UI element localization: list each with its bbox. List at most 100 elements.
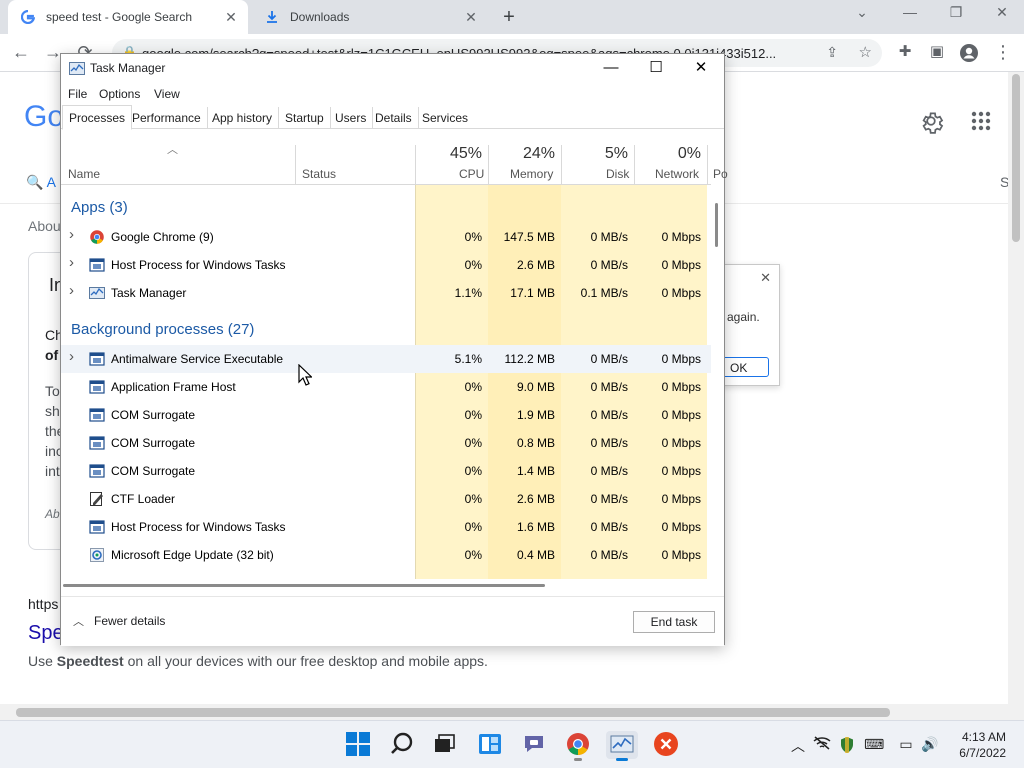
widgets-icon[interactable] xyxy=(477,731,505,759)
system-clock[interactable]: 4:13 AM 6/7/2022 xyxy=(959,729,1006,761)
tab-search-icon[interactable]: ⌄ xyxy=(848,4,876,21)
new-tab-button[interactable]: + xyxy=(498,6,520,29)
task-view-icon[interactable] xyxy=(432,731,460,759)
task-manager-icon xyxy=(69,62,85,75)
app-close-icon[interactable] xyxy=(653,731,681,759)
chrome-icon[interactable] xyxy=(565,731,593,761)
process-name: Task Manager xyxy=(111,286,187,300)
process-row[interactable]: Host Process for Windows Tasks 0% 1.6 MB 0 … xyxy=(61,513,711,541)
process-row[interactable]: › Task Manager 1.1% 17.1 MB 0.1 MB/s 0 Mbps xyxy=(61,279,711,307)
close-window-icon[interactable]: ✕ xyxy=(679,58,723,80)
close-tab-icon[interactable]: ✕ xyxy=(462,9,480,26)
minimize-icon[interactable]: — xyxy=(589,58,633,80)
show-hidden-icons-icon[interactable]: ︿ xyxy=(788,736,808,756)
task-manager-icon[interactable] xyxy=(606,731,638,761)
display-icon[interactable]: ▭ xyxy=(896,736,916,753)
back-button[interactable]: ← xyxy=(10,43,32,61)
tab-speed-test[interactable]: speed test - Google Search ✕ xyxy=(8,0,248,34)
process-list[interactable]: Apps (3) › Google Chrome (9) 0% 147.5 MB 0 MB… xyxy=(61,185,711,579)
column-header: ︿ Name Status 45% CPU 24% Memory 5% Disk… xyxy=(61,144,728,185)
close-window-icon[interactable]: ✕ xyxy=(988,4,1016,21)
tab-services[interactable]: Services xyxy=(416,107,474,129)
dialog-message: again. xyxy=(727,310,760,324)
tab-details[interactable]: Details xyxy=(369,107,419,129)
col-network[interactable]: Network xyxy=(655,167,699,181)
keyboard-icon[interactable]: ⌨ xyxy=(864,736,884,753)
settings-gear-icon[interactable] xyxy=(918,108,948,138)
minimize-icon[interactable]: — xyxy=(896,4,924,20)
list-vertical-scrollbar[interactable] xyxy=(711,185,725,579)
start-icon[interactable] xyxy=(345,731,373,759)
scroll-thumb[interactable] xyxy=(16,708,890,717)
menu-view[interactable]: View xyxy=(154,87,180,101)
share-icon[interactable]: ⇪ xyxy=(826,44,838,61)
group-header[interactable]: Background processes (27) xyxy=(71,321,254,338)
search-tab-partial[interactable]: S xyxy=(1000,174,1008,190)
expand-chevron-icon[interactable]: › xyxy=(69,282,74,299)
col-cpu[interactable]: CPU xyxy=(459,167,484,181)
process-row[interactable]: COM Surrogate 0% 1.9 MB 0 MB/s 0 Mbps xyxy=(61,401,711,429)
end-task-button[interactable]: End task xyxy=(633,611,715,633)
process-row[interactable]: › Antimalware Service Executable 5.1% 112.2… xyxy=(61,345,711,373)
bookmark-star-icon[interactable]: ☆ xyxy=(859,43,872,61)
result-title[interactable]: Spe xyxy=(28,622,64,645)
result-url[interactable]: https xyxy=(28,596,58,612)
col-disk[interactable]: Disk xyxy=(606,167,629,181)
scroll-thumb[interactable] xyxy=(1012,74,1020,242)
menu-options[interactable]: Options xyxy=(99,87,140,101)
search-icon[interactable] xyxy=(389,731,417,759)
google-logo[interactable]: Go xyxy=(24,100,64,134)
chrome-menu-icon[interactable]: ⋮ xyxy=(992,43,1014,61)
scroll-thumb[interactable] xyxy=(715,203,718,247)
tab-app-history[interactable]: App history xyxy=(206,107,280,129)
network-icon[interactable] xyxy=(812,736,832,753)
apps-grid-icon[interactable] xyxy=(970,110,994,134)
window-process-icon xyxy=(89,379,105,395)
process-row[interactable]: Application Frame Host 0% 9.0 MB 0 MB/s 0 Mb… xyxy=(61,373,711,401)
group-header[interactable]: Apps (3) xyxy=(71,199,128,216)
tab-users[interactable]: Users xyxy=(329,107,374,129)
dialog-ok-button[interactable]: OK xyxy=(721,357,769,377)
volume-icon[interactable]: 🔊 xyxy=(920,736,940,753)
side-panel-icon[interactable]: ▣ xyxy=(926,43,948,61)
list-horizontal-scrollbar[interactable] xyxy=(61,581,711,591)
scroll-thumb[interactable] xyxy=(63,584,545,587)
search-tab-all[interactable]: 🔍 A xyxy=(26,174,56,191)
security-shield-icon[interactable] xyxy=(837,736,857,757)
expand-chevron-icon[interactable]: › xyxy=(69,254,74,271)
extensions-icon[interactable]: ✚ xyxy=(894,43,916,61)
tab-performance[interactable]: Performance xyxy=(126,107,208,129)
process-row[interactable]: Microsoft Edge Update (32 bit) 0% 0.4 MB 0 … xyxy=(61,541,711,569)
process-memory: 2.6 MB xyxy=(516,258,555,272)
tab-downloads[interactable]: Downloads ✕ xyxy=(252,0,488,34)
process-network: 0 Mbps xyxy=(661,520,701,534)
col-power-partial[interactable]: Po xyxy=(713,167,728,181)
restore-icon[interactable]: ❐ xyxy=(942,4,970,21)
col-status[interactable]: Status xyxy=(302,167,336,181)
window-process-icon xyxy=(89,519,105,535)
dialog-close-icon[interactable]: ✕ xyxy=(760,270,771,286)
fewer-details-button[interactable]: ︿ Fewer details xyxy=(73,613,165,629)
close-tab-icon[interactable]: ✕ xyxy=(222,9,240,26)
profile-avatar-icon[interactable] xyxy=(958,43,980,66)
col-cpu-percent: 45% xyxy=(449,145,482,162)
process-row[interactable]: › Google Chrome (9) 0% 147.5 MB 0 MB/s 0 Mbps xyxy=(61,223,711,251)
process-row[interactable]: CTF Loader 0% 2.6 MB 0 MB/s 0 Mbps xyxy=(61,485,711,513)
menu-file[interactable]: File xyxy=(68,87,87,101)
task-manager-titlebar[interactable]: Task Manager — ☐ ✕ xyxy=(61,54,724,82)
page-horizontal-scrollbar[interactable] xyxy=(0,704,1024,720)
maximize-icon[interactable]: ☐ xyxy=(634,58,678,80)
expand-chevron-icon[interactable]: › xyxy=(69,348,74,365)
col-name[interactable]: Name xyxy=(68,167,100,181)
tab-processes[interactable]: Processes xyxy=(62,105,133,130)
process-row[interactable]: COM Surrogate 0% 0.8 MB 0 MB/s 0 Mbps xyxy=(61,429,711,457)
page-vertical-scrollbar[interactable] xyxy=(1008,72,1024,704)
expand-chevron-icon[interactable]: › xyxy=(69,226,74,243)
tab-title: Downloads xyxy=(290,10,350,24)
process-row[interactable]: › Host Process for Windows Tasks 0% 2.6 MB 0… xyxy=(61,251,711,279)
tab-startup[interactable]: Startup xyxy=(279,107,331,129)
process-row[interactable]: COM Surrogate 0% 1.4 MB 0 MB/s 0 Mbps xyxy=(61,457,711,485)
teams-chat-icon[interactable] xyxy=(521,731,549,759)
process-name: CTF Loader xyxy=(111,492,176,506)
col-memory[interactable]: Memory xyxy=(510,167,553,181)
